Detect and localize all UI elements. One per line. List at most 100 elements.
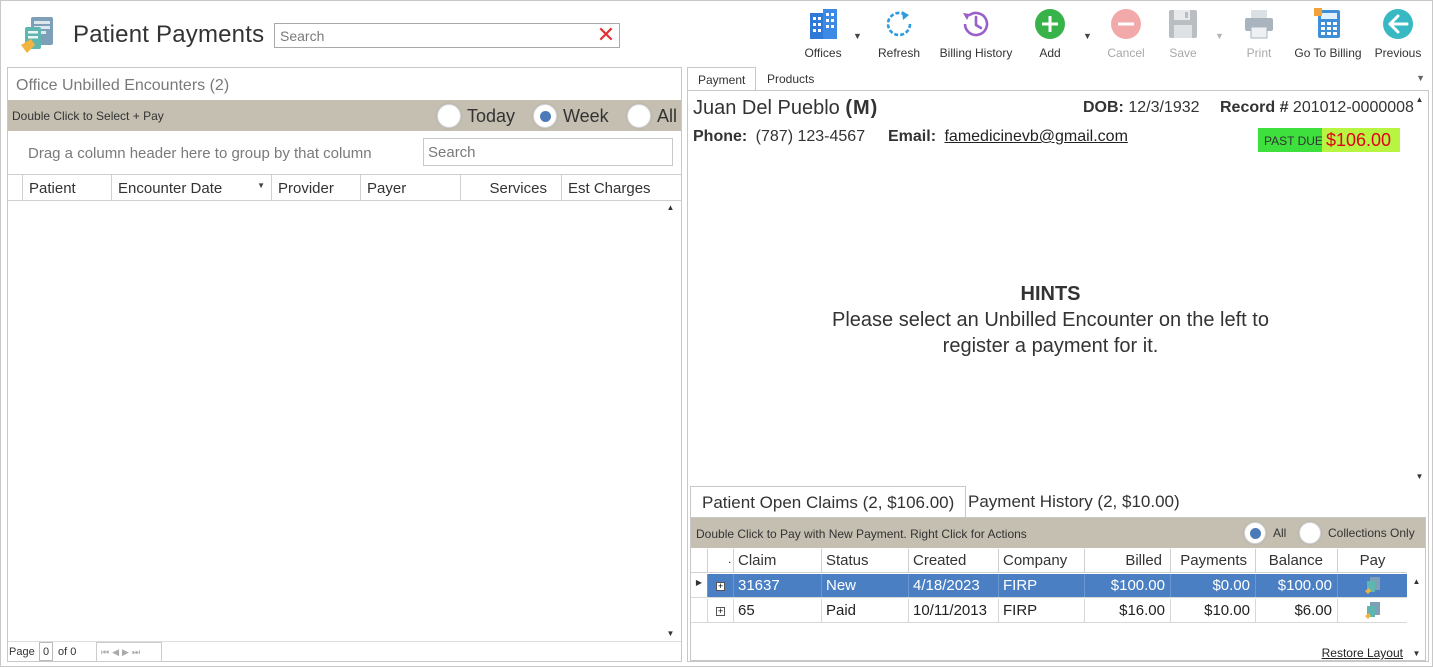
- claim-status: New: [822, 574, 909, 597]
- pager-page-input[interactable]: 0: [39, 642, 53, 661]
- column-header-status[interactable]: Status: [822, 549, 909, 573]
- phone-label: Phone:: [693, 128, 748, 145]
- filter-all-radio[interactable]: All: [627, 103, 677, 129]
- column-header-services[interactable]: Services: [461, 175, 562, 200]
- claim-created: 10/11/2013: [909, 599, 999, 622]
- past-due-badge: PAST DUE $106.00: [1258, 128, 1400, 152]
- clear-search-icon[interactable]: ✕: [596, 24, 616, 46]
- print-button[interactable]: Print: [1239, 7, 1279, 65]
- add-button[interactable]: Add: [1029, 7, 1071, 65]
- cancel-button[interactable]: Cancel: [1105, 7, 1147, 65]
- column-header-payer[interactable]: Payer: [361, 175, 461, 200]
- claim-payments: $10.00: [1171, 599, 1256, 622]
- refresh-label: Refresh: [877, 46, 921, 60]
- tab-payment-history[interactable]: Payment History (2, $10.00): [957, 486, 1191, 517]
- claim-payments: $0.00: [1171, 574, 1256, 597]
- previous-label: Previous: [1374, 46, 1422, 60]
- claim-row[interactable]: ▶ + 31637 New 4/18/2023 FIRP $100.00 $0.…: [691, 574, 1407, 598]
- billing-history-button[interactable]: Billing History: [937, 7, 1015, 65]
- go-to-billing-button[interactable]: Go To Billing: [1293, 7, 1363, 65]
- filter-today-radio[interactable]: Today: [437, 103, 515, 129]
- payment-scroll-down-icon[interactable]: ▼: [1412, 471, 1427, 483]
- claims-filter-all-radio[interactable]: All: [1244, 521, 1286, 545]
- save-icon: [1169, 10, 1197, 38]
- restore-layout-link[interactable]: Restore Layout: [1322, 646, 1403, 660]
- encounters-search-box[interactable]: [423, 138, 673, 166]
- filter-week-label: Week: [563, 105, 609, 126]
- expand-plus-icon: +: [716, 606, 725, 616]
- claim-billed: $16.00: [1085, 599, 1171, 622]
- claims-scrollbar[interactable]: ▲ ▼: [1409, 574, 1424, 660]
- radio-week-icon: [533, 104, 557, 128]
- claim-row[interactable]: + 65 Paid 10/11/2013 FIRP $16.00 $10.00 …: [691, 599, 1407, 623]
- column-header-provider[interactable]: Provider: [272, 175, 361, 200]
- refresh-button[interactable]: Refresh: [877, 7, 921, 65]
- claims-tabs: Patient Open Claims (2, $106.00) Payment…: [690, 486, 1426, 517]
- claim-number: 31637: [734, 574, 822, 597]
- save-dropdown-icon[interactable]: ▼: [1215, 31, 1224, 41]
- email-link[interactable]: famedicinevb@gmail.com: [944, 128, 1127, 145]
- column-header-company[interactable]: Company: [999, 549, 1085, 573]
- claims-filter-all-label: All: [1273, 526, 1287, 540]
- scroll-up-icon[interactable]: ▲: [663, 202, 678, 214]
- claims-filter-collections-label: Collections Only: [1328, 526, 1415, 540]
- claim-status: Paid: [822, 599, 909, 622]
- claim-number: 65: [734, 599, 822, 622]
- add-label: Add: [1039, 46, 1061, 60]
- encounters-search-input[interactable]: [424, 139, 672, 165]
- add-icon: [1035, 9, 1065, 39]
- tabs-overflow-icon[interactable]: ▼: [1416, 73, 1425, 83]
- radio-today-icon: [437, 104, 461, 128]
- offices-dropdown-icon[interactable]: ▼: [853, 31, 862, 41]
- scroll-down-icon[interactable]: ▼: [663, 628, 678, 640]
- column-header-created[interactable]: Created: [909, 549, 999, 573]
- column-header-balance[interactable]: Balance: [1256, 549, 1338, 573]
- refresh-icon: [886, 11, 912, 37]
- encounters-scrollbar[interactable]: ▲ ▼: [663, 202, 678, 640]
- pager-navigation-icons[interactable]: ⏮◀▶⏭: [96, 642, 162, 662]
- payment-scroll-up-icon[interactable]: ▲: [1412, 94, 1427, 106]
- offices-button[interactable]: Offices: [801, 7, 845, 65]
- column-header-pay[interactable]: Pay: [1338, 549, 1407, 573]
- pay-claim-button[interactable]: [1338, 574, 1407, 597]
- expand-row-button[interactable]: +: [708, 599, 734, 622]
- page-title: Patient Payments: [73, 21, 265, 48]
- group-by-hint[interactable]: Drag a column header here to group by th…: [28, 145, 372, 162]
- filter-week-radio[interactable]: Week: [533, 103, 609, 129]
- global-search-input[interactable]: [280, 28, 580, 44]
- save-label: Save: [1169, 46, 1197, 60]
- record-value: 201012-0000008: [1292, 99, 1414, 116]
- tab-products[interactable]: Products: [757, 67, 824, 90]
- go-to-billing-label: Go To Billing: [1294, 46, 1362, 60]
- column-header-claim[interactable]: Claim: [734, 549, 822, 573]
- pay-document-icon: [1364, 602, 1380, 619]
- column-header-patient[interactable]: Patient: [23, 175, 112, 200]
- add-dropdown-icon[interactable]: ▼: [1083, 31, 1092, 41]
- claims-filter-collections-radio[interactable]: Collections Only: [1299, 521, 1415, 545]
- column-header-billed[interactable]: Billed: [1085, 549, 1171, 573]
- claims-scroll-down-icon[interactable]: ▼: [1409, 648, 1424, 660]
- record-label: Record #: [1220, 99, 1289, 116]
- header: Patient Payments ✕ Offices ▼: [1, 1, 1433, 67]
- previous-button[interactable]: Previous: [1373, 7, 1423, 65]
- pay-claim-button[interactable]: [1338, 599, 1407, 622]
- save-button[interactable]: Save: [1165, 7, 1201, 65]
- patient-name-text: Juan Del Pueblo: [693, 97, 840, 119]
- column-header-est-charges[interactable]: Est Charges: [562, 175, 661, 200]
- expand-row-button[interactable]: +: [708, 574, 734, 597]
- column-header-encounter-date[interactable]: Encounter Date ▼: [112, 175, 272, 200]
- past-due-label: PAST DUE: [1264, 134, 1323, 148]
- patient-payments-window: Patient Payments ✕ Offices ▼: [0, 0, 1433, 667]
- column-header-payments[interactable]: Payments: [1171, 549, 1256, 573]
- claims-grid-header: . Claim Status Created Company Billed Pa…: [691, 549, 1407, 573]
- tab-patient-open-claims[interactable]: Patient Open Claims (2, $106.00): [690, 486, 967, 517]
- tab-payment[interactable]: Payment: [687, 67, 757, 90]
- current-row-indicator-icon: ▶: [691, 574, 708, 597]
- patient-email: Email: famedicinevb@gmail.com: [888, 128, 1128, 146]
- billing-history-label: Billing History: [939, 46, 1013, 60]
- encounters-filter-bar: Double Click to Select + Pay Today Week …: [8, 100, 681, 131]
- encounters-instruction: Double Click to Select + Pay: [12, 109, 164, 123]
- claims-scroll-up-icon[interactable]: ▲: [1409, 576, 1424, 588]
- global-search-box[interactable]: ✕: [274, 23, 620, 48]
- claim-created: 4/18/2023: [909, 574, 999, 597]
